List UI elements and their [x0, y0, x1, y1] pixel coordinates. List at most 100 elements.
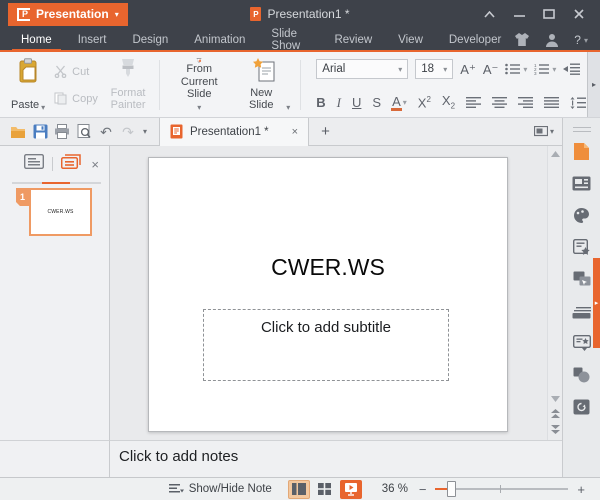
tab-slide-show[interactable]: Slide Show [258, 28, 321, 52]
minimize-button[interactable] [504, 3, 534, 25]
paste-button[interactable]: Paste▾ [6, 56, 50, 114]
slideshow-view-button[interactable] [340, 480, 362, 499]
zoom-in-button[interactable]: + [572, 482, 590, 497]
subtitle-placeholder[interactable]: Click to add subtitle [203, 309, 449, 381]
print-preview-button[interactable] [73, 121, 95, 143]
tab-view[interactable]: View [385, 28, 436, 52]
slide-thumbnail-1[interactable]: 1 CWER.WS [16, 188, 92, 236]
next-slide-icon[interactable] [551, 425, 560, 434]
align-right-icon[interactable] [518, 97, 533, 108]
maximize-button[interactable] [534, 3, 564, 25]
vertical-scrollbar[interactable] [547, 146, 562, 440]
sidebar-drag-handle[interactable] [573, 127, 591, 132]
justify-icon[interactable] [544, 97, 559, 108]
close-panel-icon[interactable]: × [91, 157, 99, 172]
slide-show-panel-button[interactable] [569, 298, 595, 324]
template-button[interactable] [569, 234, 595, 260]
align-left-icon[interactable] [466, 97, 481, 108]
shapes-button[interactable] [569, 362, 595, 388]
transition-icon [573, 271, 591, 287]
copy-icon [54, 92, 67, 105]
increase-font-button[interactable]: A⁺ [460, 63, 476, 76]
close-button[interactable] [564, 3, 594, 25]
skin-theme-icon[interactable] [514, 33, 530, 47]
zoom-out-button[interactable]: − [414, 482, 432, 497]
font-color-button[interactable]: A ▾ [392, 95, 407, 111]
slide-title-text[interactable]: CWER.WS [149, 254, 507, 281]
screen-sync-button[interactable] [569, 394, 595, 420]
slide-sorter-view-button[interactable] [314, 480, 336, 499]
underline-button[interactable]: U [352, 96, 361, 109]
tab-home[interactable]: Home [8, 28, 65, 52]
app-menu-button[interactable]: P Presentation ▾ [8, 3, 128, 26]
scroll-up-icon[interactable] [551, 151, 560, 157]
format-painter-button[interactable]: Format Painter [102, 56, 154, 114]
decrease-font-button[interactable]: A⁻ [483, 63, 499, 76]
collapse-ribbon-button[interactable] [474, 3, 504, 25]
tab-developer[interactable]: Developer [436, 28, 514, 52]
copy-button[interactable]: Copy [54, 88, 98, 110]
superscript-button[interactable]: X2 [418, 96, 431, 109]
transition-button[interactable] [569, 266, 595, 292]
menu-right-icons: ?▾ [514, 28, 588, 52]
caret-down-icon: ▾ [41, 103, 45, 112]
help-button[interactable]: ?▾ [574, 33, 588, 47]
tab-insert[interactable]: Insert [65, 28, 120, 52]
new-file-task-button[interactable] [569, 138, 595, 164]
slide-1[interactable]: CWER.WS Click to add subtitle [148, 157, 508, 432]
scroll-down-icon[interactable] [551, 396, 560, 402]
zoom-slider[interactable] [435, 488, 568, 490]
animation-button[interactable] [569, 330, 595, 356]
italic-button[interactable]: I [337, 96, 341, 109]
bold-button[interactable]: B [316, 96, 325, 109]
slide-sorter-icon [318, 483, 331, 495]
presentation-file-icon: P [250, 7, 261, 21]
notes-left-stub [0, 440, 110, 477]
tab-review[interactable]: Review [321, 28, 385, 52]
font-name-select[interactable]: Arial▾ [316, 59, 408, 79]
new-slide-button[interactable]: New Slide▾ [233, 56, 295, 114]
zoom-level-value[interactable]: 36 % [376, 483, 414, 495]
line-spacing-icon[interactable] [570, 97, 586, 109]
save-button[interactable] [29, 121, 51, 143]
cut-copy-group: Cut Copy [50, 56, 102, 114]
bullet-list-button[interactable]: ▾ [505, 63, 527, 75]
design-scheme-button[interactable] [569, 202, 595, 228]
align-center-icon[interactable] [492, 97, 507, 108]
subscript-button[interactable]: X2 [442, 94, 455, 111]
from-current-slide-button[interactable]: From Current Slide▾ [165, 56, 233, 114]
undo-button[interactable]: ↶ [95, 121, 117, 143]
notes-placeholder[interactable]: Click to add notes [110, 440, 562, 477]
redo-button[interactable]: ↷ [117, 121, 139, 143]
slide-editing-canvas[interactable]: CWER.WS Click to add subtitle [110, 146, 562, 440]
strikethrough-button[interactable]: S [372, 96, 381, 109]
tab-list-button[interactable]: ▾ [534, 126, 554, 138]
collapsed-panel-tab[interactable]: ▸ [593, 258, 600, 348]
open-button[interactable] [7, 121, 29, 143]
new-document-tab-button[interactable]: + [309, 123, 342, 140]
previous-slide-icon[interactable] [551, 409, 560, 418]
slides-view-tab[interactable] [53, 154, 89, 182]
ribbon-separator [159, 60, 160, 110]
qat-customize-caret[interactable]: ▾ [143, 127, 147, 136]
zoom-slider-handle[interactable] [447, 481, 456, 497]
account-icon[interactable] [545, 33, 559, 47]
close-tab-icon[interactable]: × [292, 126, 298, 138]
slide-layout-button[interactable] [569, 170, 595, 196]
numbered-list-button[interactable]: 123 ▾ [534, 63, 556, 75]
cut-button[interactable]: Cut [54, 61, 98, 83]
wps-logo-icon: P [17, 8, 30, 21]
normal-view-button[interactable] [288, 480, 310, 499]
right-task-sidebar: ▸ [562, 118, 600, 477]
font-size-select[interactable]: 18▾ [415, 59, 453, 79]
print-button[interactable] [51, 121, 73, 143]
outline-view-tab[interactable] [16, 154, 52, 182]
decrease-indent-button[interactable] [563, 63, 580, 75]
tab-design[interactable]: Design [119, 28, 181, 52]
animation-star-icon [573, 335, 591, 351]
tab-animation[interactable]: Animation [181, 28, 258, 52]
document-tab-active[interactable]: Presentation1 * × [159, 118, 309, 146]
ribbon-expand-button[interactable]: ▸ [587, 52, 600, 117]
show-hide-note-button[interactable]: Show/Hide Note [169, 483, 272, 495]
caret-down-icon: ▾ [584, 36, 588, 45]
